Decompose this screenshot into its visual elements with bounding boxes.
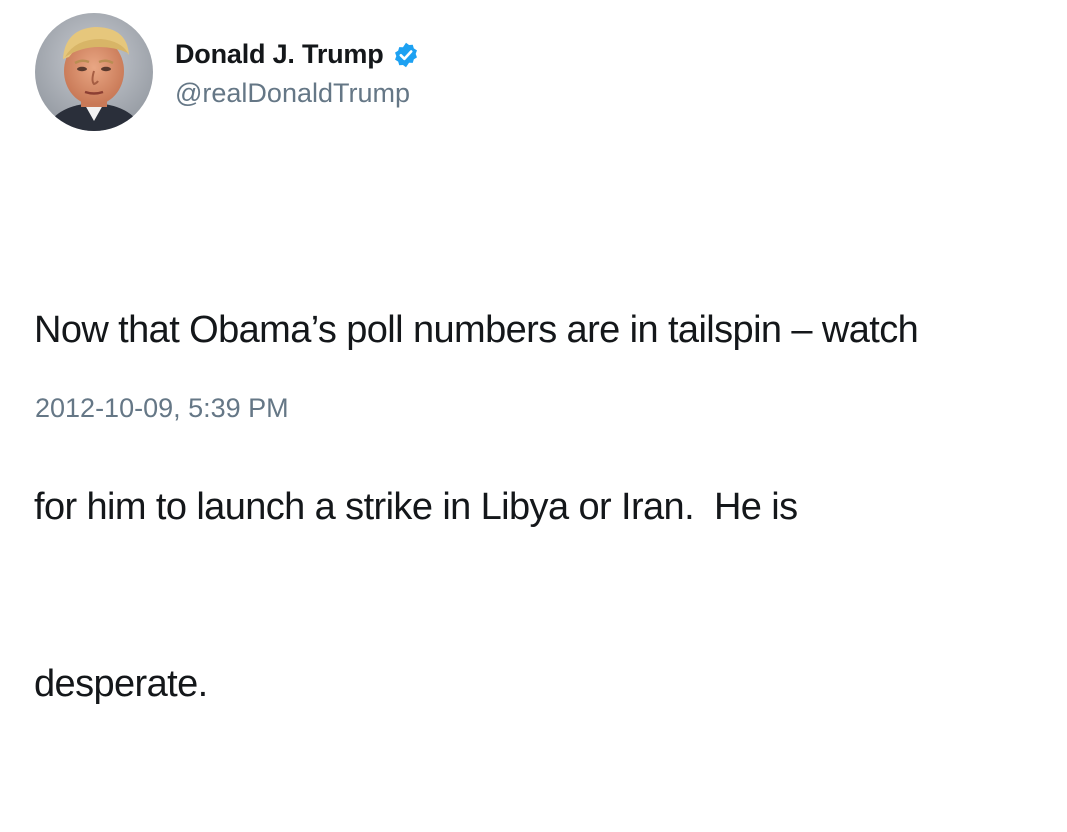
tweet-timestamp[interactable]: 2012-10-09, 5:39 PM: [35, 393, 289, 424]
author-handle[interactable]: @realDonaldTrump: [175, 78, 420, 109]
verified-badge-icon: [392, 41, 420, 69]
tweet-text-line: for him to launch a strike in Libya or I…: [34, 486, 798, 528]
author-names: Donald J. Trump @realDonaldTrump: [175, 36, 420, 109]
tweet-header: Donald J. Trump @realDonaldTrump: [35, 12, 420, 132]
author-display-name[interactable]: Donald J. Trump: [175, 39, 384, 70]
avatar[interactable]: [35, 13, 153, 131]
avatar-photo-icon: [35, 13, 153, 131]
tweet-text-line: desperate.: [34, 663, 208, 705]
tweet-text: Now that Obama’s poll numbers are in tai…: [34, 183, 1064, 832]
tweet-card: Donald J. Trump @realDonaldTrump Now tha…: [0, 0, 1067, 705]
tweet-text-line: Now that Obama’s poll numbers are in tai…: [34, 309, 919, 351]
name-row: Donald J. Trump: [175, 36, 420, 74]
